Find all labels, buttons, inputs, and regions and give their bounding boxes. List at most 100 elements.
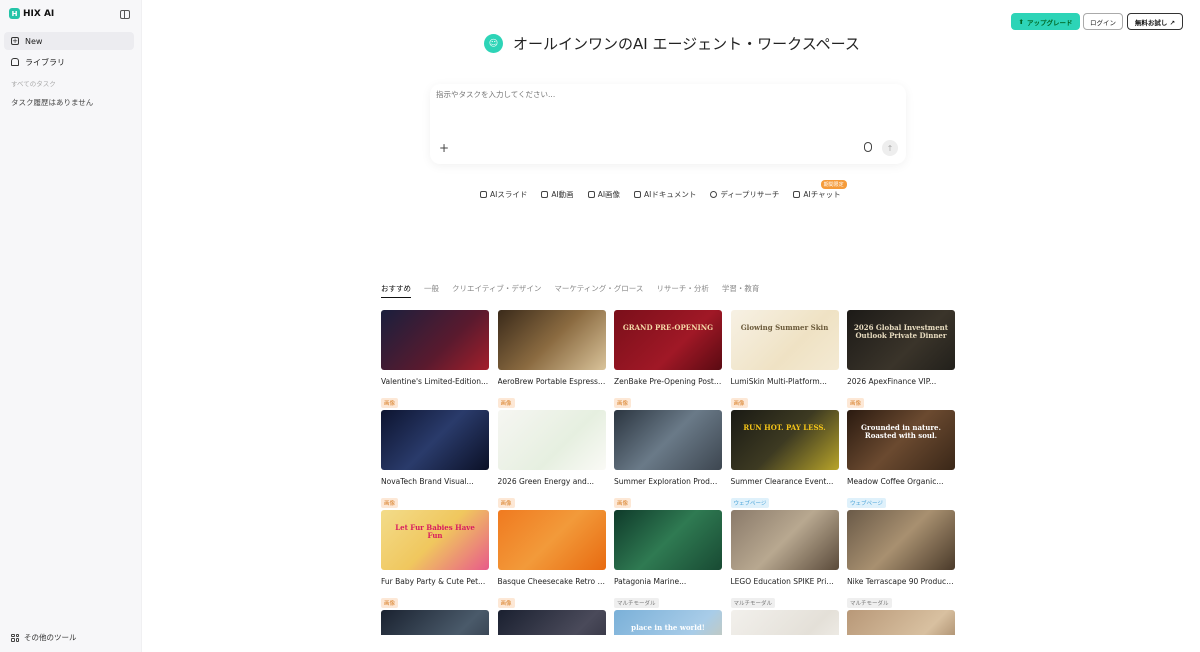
document-icon: [634, 191, 642, 198]
card-title: Meadow Coffee Organic...: [847, 477, 944, 486]
card-type-badge: 画像: [847, 398, 865, 408]
card-type-badge: 画像: [730, 398, 748, 408]
card-thumbnail: [730, 510, 839, 570]
card-thumbnail: [497, 410, 606, 470]
microphone-icon[interactable]: [864, 142, 872, 152]
template-card[interactable]: AeroBrew Portable Espresso... 画像: [497, 310, 606, 408]
template-card[interactable]: Grounded in nature. Roasted with soul. Me…: [847, 410, 955, 508]
template-card[interactable]: Patagonia Marine... マルチモーダル: [614, 510, 722, 608]
tool-deep-research[interactable]: ディープリサーチ: [710, 189, 779, 200]
sidebar: H HIX AI + New ライブラリ すべてのタスク タスク履歴はありません…: [0, 0, 142, 652]
template-card[interactable]: Summer Exploration Product... 画像: [614, 410, 722, 508]
grid-icon: [11, 633, 19, 642]
tab-marketing-growth[interactable]: マーケティング・グロース: [554, 283, 643, 298]
template-card[interactable]: Basque Cheesecake Retro E... 画像: [497, 510, 606, 608]
thumbnail-text: Glowing Summer Skin: [740, 323, 829, 332]
section-all-tasks: すべてのタスク: [11, 80, 56, 88]
card-thumbnail: [381, 410, 489, 470]
card-type-badge: マルチモーダル: [847, 598, 892, 608]
tab-creative-design[interactable]: クリエイティブ・デザイン: [452, 283, 541, 298]
template-card[interactable]: Glowing Summer Skin LumiSkin Multi-Platfo…: [730, 310, 839, 408]
sidebar-item-new[interactable]: + New: [4, 32, 134, 50]
brand-name: HIX AI: [23, 8, 55, 19]
brand-logo-icon: H: [9, 8, 20, 19]
sidebar-item-label: ライブラリ: [25, 57, 65, 67]
card-title: AeroBrew Portable Espresso...: [497, 377, 606, 386]
brand-logo[interactable]: H HIX AI: [9, 8, 54, 19]
card-thumbnail: place in the world!: [614, 610, 722, 635]
template-card[interactable]: NovaTech Brand Visual... 画像: [381, 410, 489, 508]
template-card[interactable]: 2026 Global Investment Outlook Private D…: [847, 310, 955, 408]
template-card[interactable]: Nike Terrascape 90 Product... マルチモーダル: [847, 510, 955, 608]
prompt-input[interactable]: [436, 90, 876, 99]
template-card[interactable]: LEGO Education SPIKE Prim... マルチモーダル: [730, 510, 839, 608]
tool-ai-document[interactable]: AIドキュメント: [634, 189, 696, 200]
tab-research-analysis[interactable]: リサーチ・分析: [656, 283, 709, 298]
card-type-badge: ウェブページ: [847, 498, 886, 508]
free-trial-button[interactable]: 無料お試し ↗: [1127, 13, 1183, 30]
card-thumbnail: Glowing Summer Skin: [730, 310, 839, 370]
tool-ai-slides[interactable]: AIスライド: [480, 189, 527, 200]
card-title: ZenBake Pre-Opening Poste...: [614, 377, 722, 386]
category-tabs: おすすめ 一般 クリエイティブ・デザイン マーケティング・グロース リサーチ・分…: [381, 283, 759, 298]
card-title: Fur Baby Party & Cute Pet...: [381, 577, 486, 586]
template-card[interactable]: Let Fur Babies Have Fun Fur Baby Party & …: [381, 510, 489, 608]
more-tools-label: その他のツール: [24, 633, 77, 642]
card-type-badge: 画像: [381, 398, 399, 408]
template-card[interactable]: Valentine's Limited-Edition... 画像: [381, 310, 489, 408]
thumbnail-text: GRAND PRE-OPENING: [622, 323, 714, 332]
tab-recommended[interactable]: おすすめ: [381, 283, 411, 298]
card-type-badge: 画像: [381, 498, 399, 508]
template-card[interactable]: RUN HOT. PAY LESS. Summer Clearance Event…: [730, 410, 839, 508]
tool-ai-video[interactable]: AI動画: [541, 189, 574, 200]
template-card[interactable]: [497, 610, 606, 635]
card-type-badge: 画像: [497, 498, 515, 508]
card-title: Basque Cheesecake Retro E...: [497, 577, 606, 586]
card-thumbnail: Let Fur Babies Have Fun: [381, 510, 489, 570]
thumbnail-text: RUN HOT. PAY LESS.: [743, 423, 826, 432]
thumbnail-text: Let Fur Babies Have Fun: [395, 523, 475, 540]
card-thumbnail: [381, 610, 489, 635]
tab-general[interactable]: 一般: [424, 283, 439, 298]
card-type-badge: 画像: [614, 398, 632, 408]
library-icon: [11, 58, 19, 66]
hero: ☺ オールインワンのAI エージェント・ワークスペース: [484, 33, 860, 54]
card-thumbnail: [614, 510, 722, 570]
card-thumbnail: [847, 610, 955, 635]
card-thumbnail: RUN HOT. PAY LESS.: [730, 410, 839, 470]
thumbnail-text: 2026 Global Investment Outlook Private D…: [854, 323, 948, 340]
login-button[interactable]: ログイン: [1083, 13, 1123, 30]
upgrade-button[interactable]: ⬆ アップグレード: [1011, 13, 1080, 30]
card-thumbnail: [497, 610, 606, 635]
template-card[interactable]: GRAND PRE-OPENING ZenBake Pre-Opening Pos…: [614, 310, 722, 408]
template-card[interactable]: [730, 610, 839, 635]
card-title: NovaTech Brand Visual...: [381, 477, 474, 486]
template-card[interactable]: [847, 610, 955, 635]
card-title: 2026 Green Energy and...: [497, 477, 594, 486]
card-title: 2026 ApexFinance VIP...: [847, 377, 937, 386]
thumbnail-text: Grounded in nature. Roasted with soul.: [861, 423, 941, 440]
card-title: LEGO Education SPIKE Prim...: [730, 577, 839, 586]
sidebar-collapse-icon[interactable]: [120, 10, 130, 19]
send-button[interactable]: ↑: [882, 140, 898, 156]
template-card[interactable]: place in the world!: [614, 610, 722, 635]
card-type-badge: 画像: [497, 398, 515, 408]
tool-ai-chat[interactable]: AIチャット 期間限定: [793, 180, 847, 200]
attach-plus-icon[interactable]: +: [439, 141, 449, 155]
template-card[interactable]: 2026 Green Energy and... 画像: [497, 410, 606, 508]
tool-ai-image[interactable]: AI画像: [587, 189, 620, 200]
card-title: Patagonia Marine...: [614, 577, 687, 586]
agent-logo-icon: ☺: [484, 34, 503, 53]
bulb-icon: [710, 191, 718, 198]
card-title: Summer Exploration Product...: [614, 477, 722, 486]
card-thumbnail: [847, 510, 955, 570]
tab-learning-education[interactable]: 学習・教育: [722, 283, 760, 298]
video-icon: [541, 191, 549, 198]
card-title: Nike Terrascape 90 Product...: [847, 577, 955, 586]
card-thumbnail: [730, 610, 839, 635]
sidebar-item-library[interactable]: ライブラリ: [4, 53, 134, 71]
plus-square-icon: +: [11, 37, 19, 45]
template-card[interactable]: [381, 610, 489, 635]
prompt-box: + ↑: [430, 84, 906, 164]
more-tools-link[interactable]: その他のツール: [11, 632, 77, 643]
